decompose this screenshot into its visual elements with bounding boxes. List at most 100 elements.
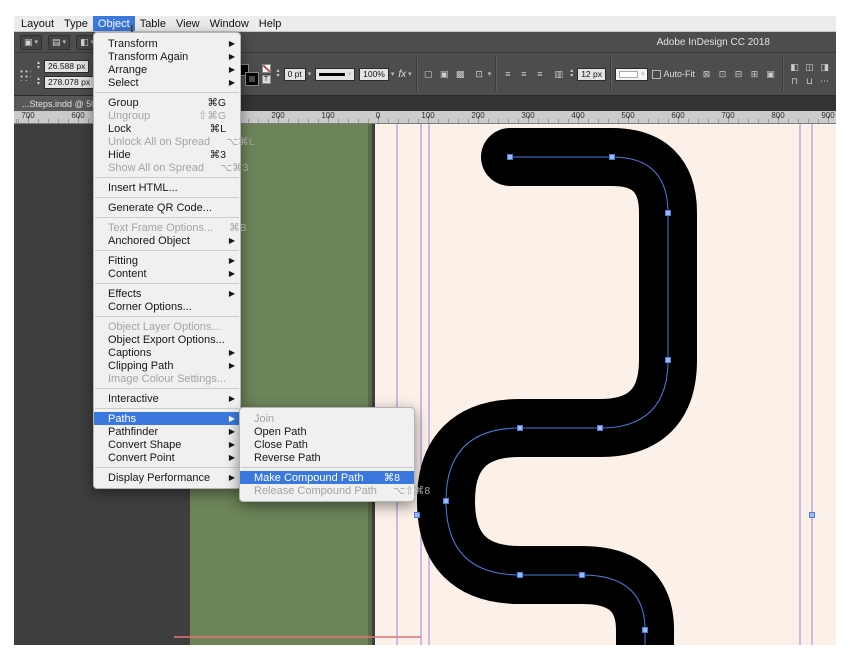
wrap-around-object-shape-icon[interactable]: ▩ — [453, 67, 468, 81]
menu-item-unlock-all-on-spread[interactable]: Unlock All on Spread ⌥⌘L — [94, 135, 240, 148]
anchor-handle[interactable] — [508, 155, 513, 160]
menu-item-display-performance[interactable]: Display Performance — [94, 471, 240, 484]
fit-content-to-frame-icon[interactable]: ⊞ — [747, 67, 762, 81]
menu-item-make-compound-path[interactable]: Make Compound Path ⌘8 — [240, 471, 414, 484]
menu-item-transform[interactable]: Transform — [94, 37, 240, 50]
menu-item-insert-html[interactable]: Insert HTML... — [94, 181, 240, 194]
ruler-label: 900 — [821, 111, 834, 120]
menu-item-release-compound-path[interactable]: Release Compound Path ⌥⇧⌘8 — [240, 484, 414, 497]
object-menu: Transform Transform Again Arrange Select — [93, 32, 241, 489]
menu-item-open-path[interactable]: Open Path — [240, 425, 414, 438]
menu-item-pathfinder[interactable]: Pathfinder — [94, 425, 240, 438]
anchor-handle[interactable] — [580, 573, 585, 578]
menu-item-paths[interactable]: Paths — [94, 412, 240, 425]
anchor-handle[interactable] — [598, 426, 603, 431]
align-centre-icon[interactable]: ≡ — [516, 67, 531, 81]
swatch-dropdown[interactable] — [615, 68, 648, 81]
dropdown-arrow-icon[interactable] — [308, 71, 312, 78]
anchor-handle[interactable] — [643, 628, 648, 633]
menu-item-join[interactable]: Join — [240, 412, 414, 425]
zoom-level-dropdown[interactable]: ▣ — [20, 35, 42, 50]
align-left-edges-icon[interactable]: ◧ — [787, 60, 802, 74]
dropdown-arrow-icon[interactable] — [391, 71, 395, 78]
menu-item-anchored-object[interactable]: Anchored Object — [94, 234, 240, 247]
menu-item-convert-shape[interactable]: Convert Shape — [94, 438, 240, 451]
bounding-box-handle[interactable] — [415, 513, 420, 518]
effects-button[interactable]: fx — [398, 69, 411, 80]
formatting-affects-text-icon[interactable]: T — [262, 75, 271, 84]
menubar-item-object[interactable]: Object — [93, 16, 135, 31]
menubar-item-view[interactable]: View — [171, 16, 205, 31]
bounding-box-handle[interactable] — [810, 513, 815, 518]
menu-item-generate-qr-code[interactable]: Generate QR Code... — [94, 201, 240, 214]
fit-content-proportionally-icon[interactable]: ⊡ — [715, 67, 730, 81]
menubar-item-table[interactable]: Table — [135, 16, 171, 31]
stepper-icon[interactable] — [568, 69, 575, 79]
anchor-handle[interactable] — [518, 426, 523, 431]
stroke-type-dropdown[interactable] — [315, 68, 355, 81]
corner-options-icon[interactable]: ⊡ — [472, 67, 487, 81]
menu-item-ungroup[interactable]: Ungroup ⇧⌘G — [94, 109, 240, 122]
menu-item-interactive[interactable]: Interactive — [94, 392, 240, 405]
anchor-handle[interactable] — [518, 573, 523, 578]
stepper-icon[interactable] — [275, 69, 282, 79]
align-bottom-edges-icon[interactable]: ⊔ — [802, 74, 817, 88]
menu-item-reverse-path[interactable]: Reverse Path — [240, 451, 414, 464]
menu-item-object-layer-options[interactable]: Object Layer Options... — [94, 320, 240, 333]
menu-item-lock[interactable]: Lock ⌘L — [94, 122, 240, 135]
corner-options[interactable]: ⊡ — [472, 67, 492, 81]
anchor-handle[interactable] — [610, 155, 615, 160]
gutter-field[interactable]: 12 px — [577, 68, 606, 81]
stepper-icon[interactable] — [35, 77, 42, 87]
auto-fit-checkbox[interactable] — [652, 70, 661, 79]
menubar-item-layout[interactable]: Layout — [16, 16, 59, 31]
menu-item-image-colour-settings[interactable]: Image Colour Settings... — [94, 372, 240, 385]
menu-item-corner-options[interactable]: Corner Options... — [94, 300, 240, 313]
distribute-objects-icon[interactable]: ⋯ — [817, 74, 832, 88]
menu-item-show-all-on-spread[interactable]: Show All on Spread ⌥⌘3 — [94, 161, 240, 174]
anchor-handle[interactable] — [666, 358, 671, 363]
menu-item-clipping-path[interactable]: Clipping Path — [94, 359, 240, 372]
menubar-item-help[interactable]: Help — [254, 16, 287, 31]
no-text-wrap-icon[interactable]: ▢ — [421, 67, 436, 81]
menu-item-captions[interactable]: Captions — [94, 346, 240, 359]
stroke-weight-field[interactable]: 0 pt — [284, 68, 306, 81]
opacity-field[interactable]: 100% — [359, 68, 389, 81]
menu-item-close-path[interactable]: Close Path — [240, 438, 414, 451]
wrap-around-bounding-box-icon[interactable]: ▣ — [437, 67, 452, 81]
anchor-handle[interactable] — [666, 211, 671, 216]
align-left-icon[interactable]: ≡ — [500, 67, 515, 81]
menubar-item-type[interactable]: Type — [59, 16, 93, 31]
menu-item-text-frame-options[interactable]: Text Frame Options... ⌘B — [94, 221, 240, 234]
stepper-icon[interactable] — [35, 61, 42, 71]
align-top-edges-icon[interactable]: ⊓ — [787, 74, 802, 88]
stroke-swatch[interactable] — [246, 73, 258, 85]
view-options-dropdown[interactable]: ▤ — [48, 35, 70, 50]
submenu-arrow-icon — [226, 237, 235, 245]
width-field[interactable]: 26.588 px — [44, 60, 89, 73]
apply-none-swatch[interactable] — [262, 64, 271, 73]
centre-content-icon[interactable]: ▣ — [763, 67, 778, 81]
menu-item-content[interactable]: Content — [94, 267, 240, 280]
fill-frame-proportionally-icon[interactable]: ⊠ — [699, 67, 714, 81]
snake-path-artwork[interactable] — [446, 157, 668, 645]
align-right-icon[interactable]: ≡ — [532, 67, 547, 81]
menu-item-arrange[interactable]: Arrange — [94, 63, 240, 76]
auto-fit-control[interactable]: Auto-Fit — [652, 69, 695, 79]
menu-item-select[interactable]: Select — [94, 76, 240, 89]
dropdown-arrow-icon — [641, 71, 645, 78]
menu-item-fitting[interactable]: Fitting — [94, 254, 240, 267]
reference-point-proxy[interactable] — [18, 68, 31, 81]
align-horizontal-centres-icon[interactable]: ◫ — [802, 60, 817, 74]
height-field[interactable]: 278.078 px — [44, 76, 94, 89]
menu-item-transform-again[interactable]: Transform Again — [94, 50, 240, 63]
fit-frame-to-content-icon[interactable]: ⊟ — [731, 67, 746, 81]
align-right-edges-icon[interactable]: ◨ — [817, 60, 832, 74]
anchor-handle[interactable] — [444, 499, 449, 504]
menu-item-convert-point[interactable]: Convert Point — [94, 451, 240, 464]
menu-item-hide[interactable]: Hide ⌘3 — [94, 148, 240, 161]
menu-item-group[interactable]: Group ⌘G — [94, 96, 240, 109]
menubar-item-window[interactable]: Window — [205, 16, 254, 31]
menu-item-effects[interactable]: Effects — [94, 287, 240, 300]
menu-item-object-export-options[interactable]: Object Export Options... — [94, 333, 240, 346]
